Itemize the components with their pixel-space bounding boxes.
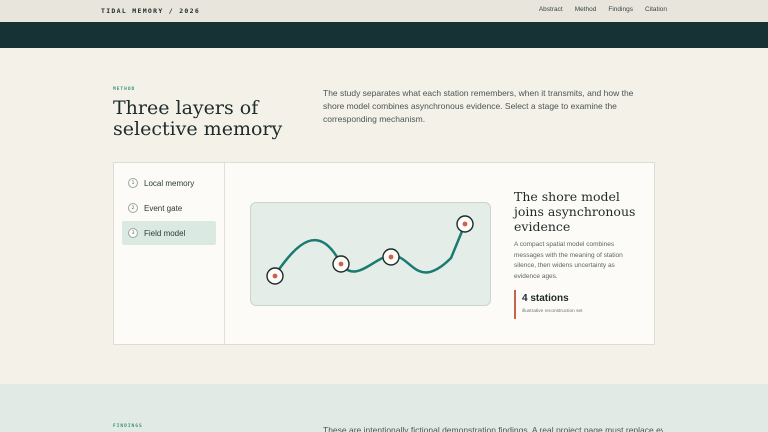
stat-label: illustrative reconstruction set: [522, 309, 583, 314]
findings-eyebrow: FINDINGS: [113, 424, 143, 429]
field-curve: [273, 222, 467, 277]
station-marker-2: [332, 255, 350, 273]
station-marker-1: [266, 267, 284, 285]
method-panel: 1 Local memory 2 Event gate 3 Field mode…: [113, 162, 655, 345]
detail-description: A compact spatial model combines message…: [514, 241, 623, 280]
top-nav-bar: TIDAL MEMORY / 2026 Abstract Method Find…: [0, 0, 768, 22]
station-marker-4: [456, 215, 474, 233]
method-title: Three layers of selective memory: [113, 97, 283, 140]
method-lede: The study separates what each station re…: [323, 88, 634, 124]
step-number-3: 3: [128, 228, 138, 238]
step-number-2: 2: [128, 203, 138, 213]
nav-link-findings[interactable]: Findings: [608, 6, 633, 13]
step-label: Field model: [144, 228, 186, 238]
step-label: Local memory: [144, 178, 195, 188]
stat-value: 4 stations: [522, 293, 569, 304]
stage-field-model[interactable]: 3 Field model: [122, 221, 216, 245]
findings-lede: These are intentionally fictional demons…: [323, 425, 663, 432]
stat-callout: 4 stations illustrative reconstruction s…: [514, 290, 614, 319]
hero-band: [0, 22, 768, 48]
stage-event-gate[interactable]: 2 Event gate: [122, 196, 216, 220]
findings-section: FINDINGS These are intentionally fiction…: [0, 384, 768, 432]
method-eyebrow: METHOD: [113, 87, 136, 92]
stage-local-memory[interactable]: 1 Local memory: [122, 171, 216, 195]
nav-link-citation[interactable]: Citation: [645, 6, 667, 13]
step-number-1: 1: [128, 178, 138, 188]
field-model-visual: [250, 202, 491, 306]
nav-link-abstract[interactable]: Abstract: [539, 6, 563, 13]
stage-selector: 1 Local memory 2 Event gate 3 Field mode…: [114, 163, 225, 344]
station-marker-3: [382, 248, 400, 266]
detail-title: The shore model joins asynchronous evide…: [514, 189, 636, 234]
field-curve-graphic: [266, 215, 474, 285]
nav-links: Abstract Method Findings Citation: [539, 6, 667, 13]
site-brand[interactable]: TIDAL MEMORY / 2026: [101, 7, 200, 15]
step-label: Event gate: [144, 203, 183, 213]
nav-link-method[interactable]: Method: [575, 6, 597, 13]
